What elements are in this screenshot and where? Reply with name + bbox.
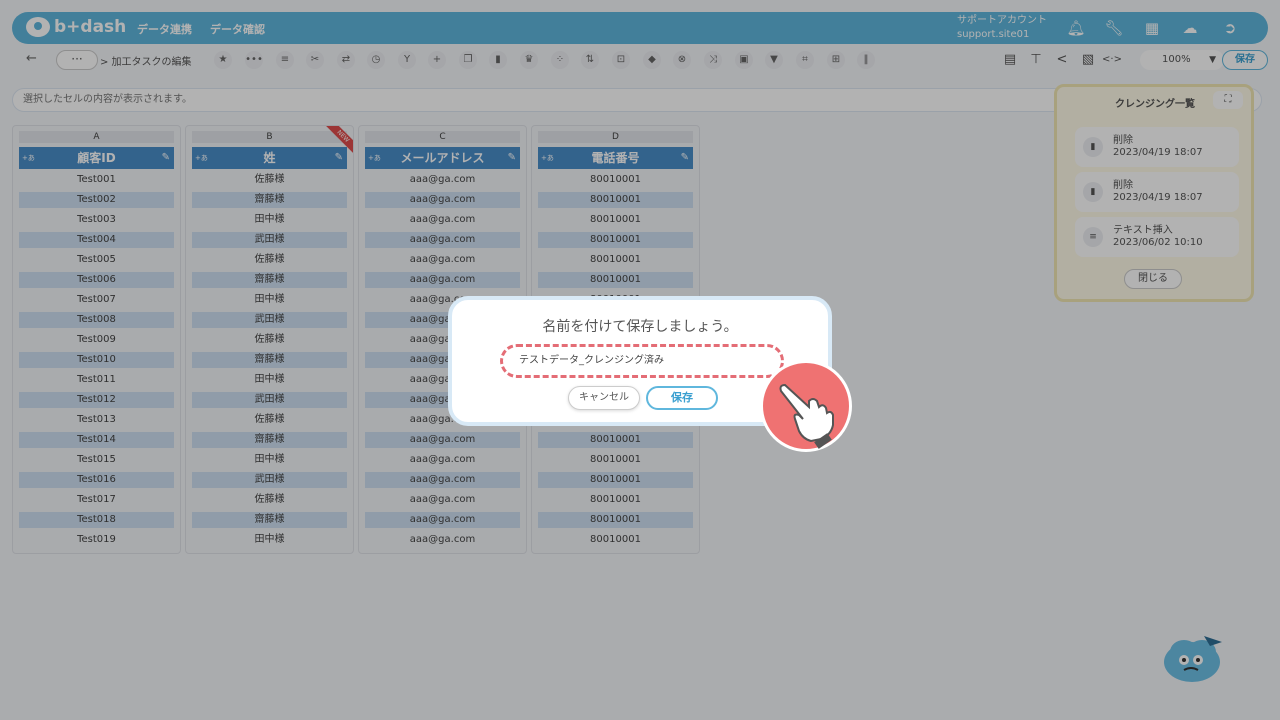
dialog-title: 名前を付けて保存しましょう。	[542, 319, 738, 335]
task-name-input[interactable]: テストデータ_クレンジング済み	[500, 344, 784, 378]
pointer-hand-icon	[760, 360, 852, 452]
cancel-button[interactable]: キャンセル	[568, 386, 640, 410]
dialog-save-button[interactable]: 保存	[646, 386, 718, 410]
